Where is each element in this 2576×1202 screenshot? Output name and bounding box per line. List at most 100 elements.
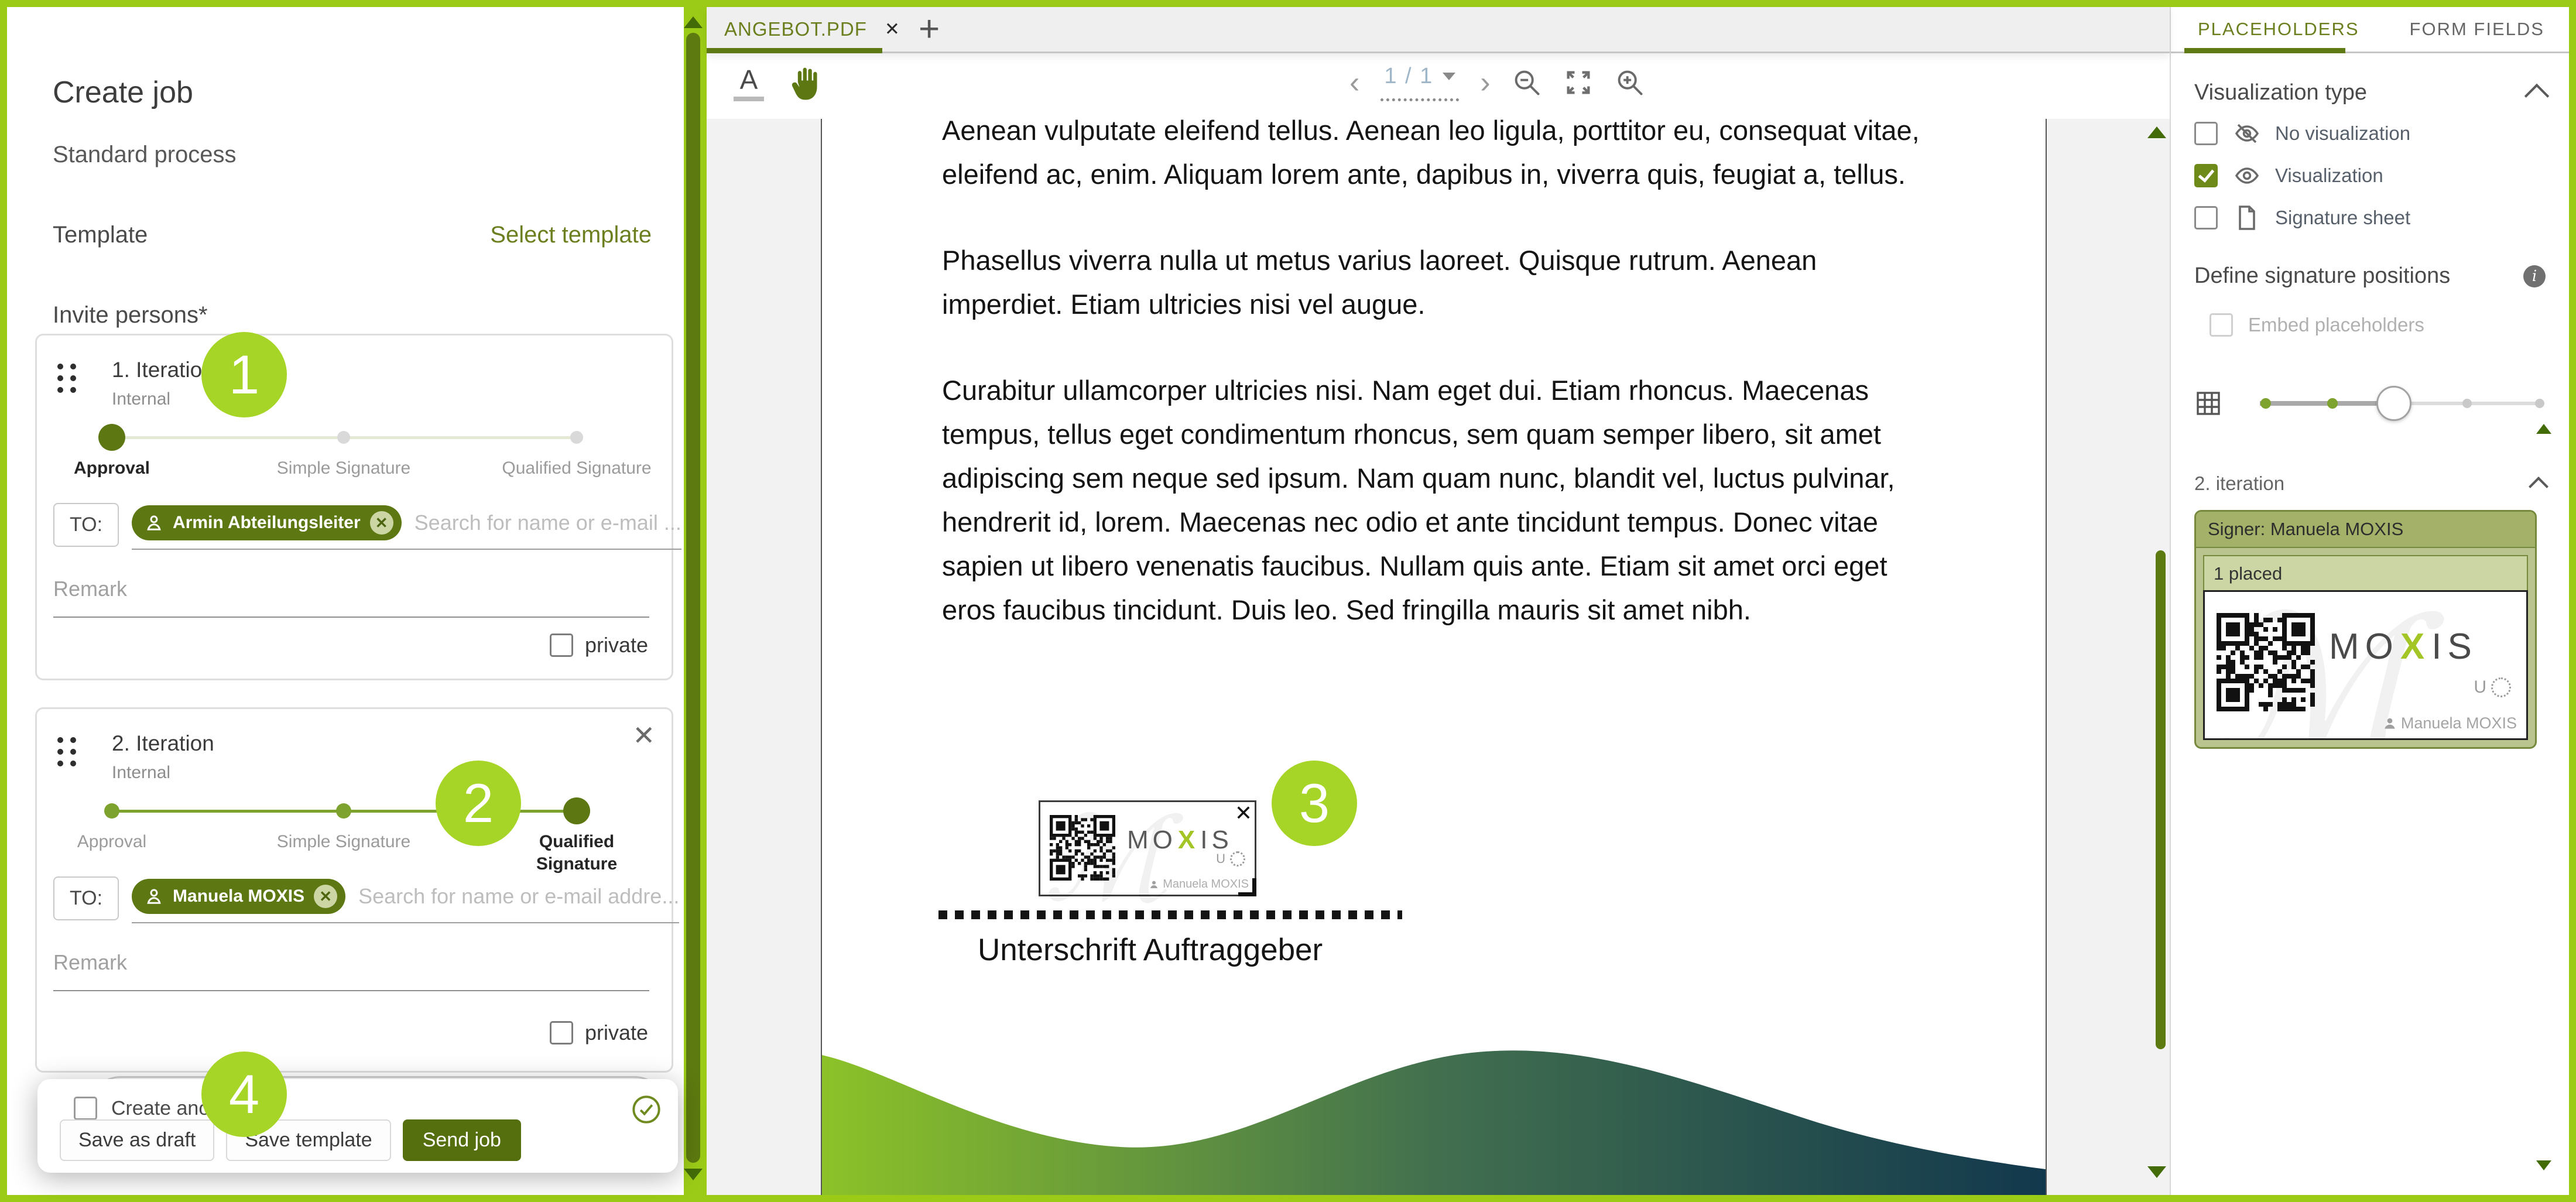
slider-stop[interactable] [2260,398,2271,409]
save-as-draft-button[interactable]: Save as draft [60,1119,214,1161]
caret-down-icon [1443,73,1455,80]
add-document-icon[interactable]: + [919,8,940,50]
step-label-qualified-signature[interactable]: Qualified Signature [501,831,653,875]
option-no-visualization[interactable]: No visualization [2194,119,2546,148]
recipient-input[interactable]: Manuela MOXIS ✕ Search for name or e-mai… [132,876,679,923]
previous-page-icon[interactable]: ‹ [1349,67,1359,98]
grid-icon[interactable] [2194,389,2222,417]
page-indicator[interactable]: 1 / 1 [1381,64,1459,101]
create-another-job-checkbox[interactable] [74,1097,97,1120]
signature-dotted-line [938,910,1402,919]
scroll-up-arrow[interactable] [2147,126,2166,138]
placed-count: 1 placed [2204,556,2527,591]
slider-knob[interactable] [2376,386,2411,421]
collapse-section-icon[interactable] [2524,83,2549,108]
validation-check-icon [631,1094,662,1125]
zoom-out-icon[interactable] [1512,67,1542,98]
select-template-link[interactable]: Select template [490,222,652,248]
slider-stop[interactable] [2327,398,2338,409]
placeholders-panel: PLACEHOLDERS FORM FIELDS Visualization t… [2170,7,2569,1195]
step-label-qualified-signature[interactable]: Qualified Signature [501,457,653,480]
right-panel-tabs: PLACEHOLDERS FORM FIELDS [2171,7,2569,53]
drag-handle-icon[interactable] [57,737,76,766]
remark-input[interactable]: Remark [53,950,649,991]
hand-pan-tool-icon[interactable] [786,60,825,107]
pdf-scroll-area[interactable]: Aenean vulputate eleifend tellus. Aenean… [707,119,2170,1195]
info-icon[interactable]: i [2523,265,2546,287]
signer-box: Signer: Manuela MOXIS 1 placed ℳ MOXIS U [2194,510,2537,749]
step-dot-approval[interactable] [104,803,119,819]
process-subtitle: Standard process [53,142,673,168]
step-dot-qualified-signature[interactable] [563,797,590,824]
step-label-simple-signature[interactable]: Simple Signature [268,831,420,853]
step-dot-approval[interactable] [98,424,125,451]
left-panel-scrollbar[interactable] [686,33,700,1163]
iteration-type: Internal [112,389,170,409]
remove-stamp-icon[interactable]: ✕ [1235,801,1252,826]
tab-angebot-pdf[interactable]: ANGEBOT.PDF ✕ [724,7,900,52]
stamp-signer: Manuela MOXIS [1149,878,1249,891]
scroll-down-arrow[interactable] [684,1169,703,1180]
option-visualization[interactable]: Visualization [2194,162,2546,190]
slider-stop[interactable] [2535,399,2544,408]
decorative-wave [822,1029,2046,1195]
person-icon [1149,879,1159,890]
signature-visualization-preview[interactable]: ℳ MOXIS U Manuela MOXIS [2203,590,2528,740]
scroll-down-arrow[interactable] [2147,1166,2166,1178]
zoom-in-icon[interactable] [1615,67,1645,98]
no-visualization-checkbox[interactable] [2194,122,2218,145]
step-dot-simple-signature[interactable] [336,803,351,819]
step-dot-qualified-signature[interactable] [570,431,583,444]
stamp-badge: U [2474,677,2511,697]
slider-stop[interactable] [2462,399,2472,408]
remove-recipient-icon[interactable]: ✕ [314,885,337,908]
scroll-up-arrow[interactable] [684,16,703,28]
embed-placeholders-option[interactable]: Embed placeholders [2194,313,2546,337]
scroll-down-arrow[interactable] [2536,1160,2551,1170]
invite-persons-label: Invite persons* [53,302,673,328]
private-option[interactable]: private [538,633,648,657]
private-option[interactable]: private [538,1020,648,1045]
remark-input[interactable]: Remark [53,577,649,618]
embed-placeholders-label: Embed placeholders [2248,314,2424,336]
qr-code [2217,613,2315,714]
option-signature-sheet[interactable]: Signature sheet [2194,204,2546,232]
recipient-chip-label: Manuela MOXIS [173,886,304,906]
resize-handle[interactable] [1238,878,1256,896]
send-job-button[interactable]: Send job [403,1119,521,1161]
tab-form-fields[interactable]: FORM FIELDS [2410,19,2544,40]
next-page-icon[interactable]: › [1480,67,1490,98]
scroll-up-arrow[interactable] [2536,424,2551,434]
letter-a-icon: A [734,66,764,93]
step-dot-simple-signature[interactable] [337,431,350,444]
signature-placeholder-stamp[interactable]: ℳ MOXIS ✕ U Manuela MOXIS [1039,800,1256,896]
close-iteration-icon[interactable]: ✕ [632,722,655,749]
annotation-marker-2: 2 [436,761,521,846]
step-label-simple-signature[interactable]: Simple Signature [268,457,420,480]
fullscreen-icon[interactable] [1563,67,1594,98]
signature-sheet-checkbox[interactable] [2194,206,2218,230]
visualization-checkbox[interactable] [2194,164,2218,187]
iteration-title: 2. Iteration [112,731,214,756]
drag-handle-icon[interactable] [57,364,76,393]
tab-title: ANGEBOT.PDF [724,18,867,40]
stamp-badge: U [1216,851,1245,867]
close-tab-icon[interactable]: ✕ [885,19,900,40]
pdf-scrollbar[interactable] [2156,550,2166,1049]
document-icon [2233,204,2261,232]
text-annotation-tool[interactable]: A [734,66,764,101]
stamp-size-slider[interactable] [2260,387,2540,420]
remove-recipient-icon[interactable]: ✕ [370,511,393,535]
private-checkbox[interactable] [550,633,573,657]
step-label-approval[interactable]: Approval [36,831,188,853]
embed-placeholders-checkbox[interactable] [2210,313,2233,337]
step-label-approval[interactable]: Approval [36,457,188,480]
recipient-chip[interactable]: Armin Abteilungsleiter ✕ [132,505,402,540]
recipient-input[interactable]: Armin Abteilungsleiter ✕ Search for name… [132,503,681,550]
private-checkbox[interactable] [550,1021,573,1045]
active-tab-underline [2184,48,2345,53]
tab-placeholders[interactable]: PLACEHOLDERS [2198,19,2359,40]
recipient-chip[interactable]: Manuela MOXIS ✕ [132,879,345,914]
collapse-section-icon[interactable] [2529,477,2548,496]
person-icon [2382,716,2397,731]
